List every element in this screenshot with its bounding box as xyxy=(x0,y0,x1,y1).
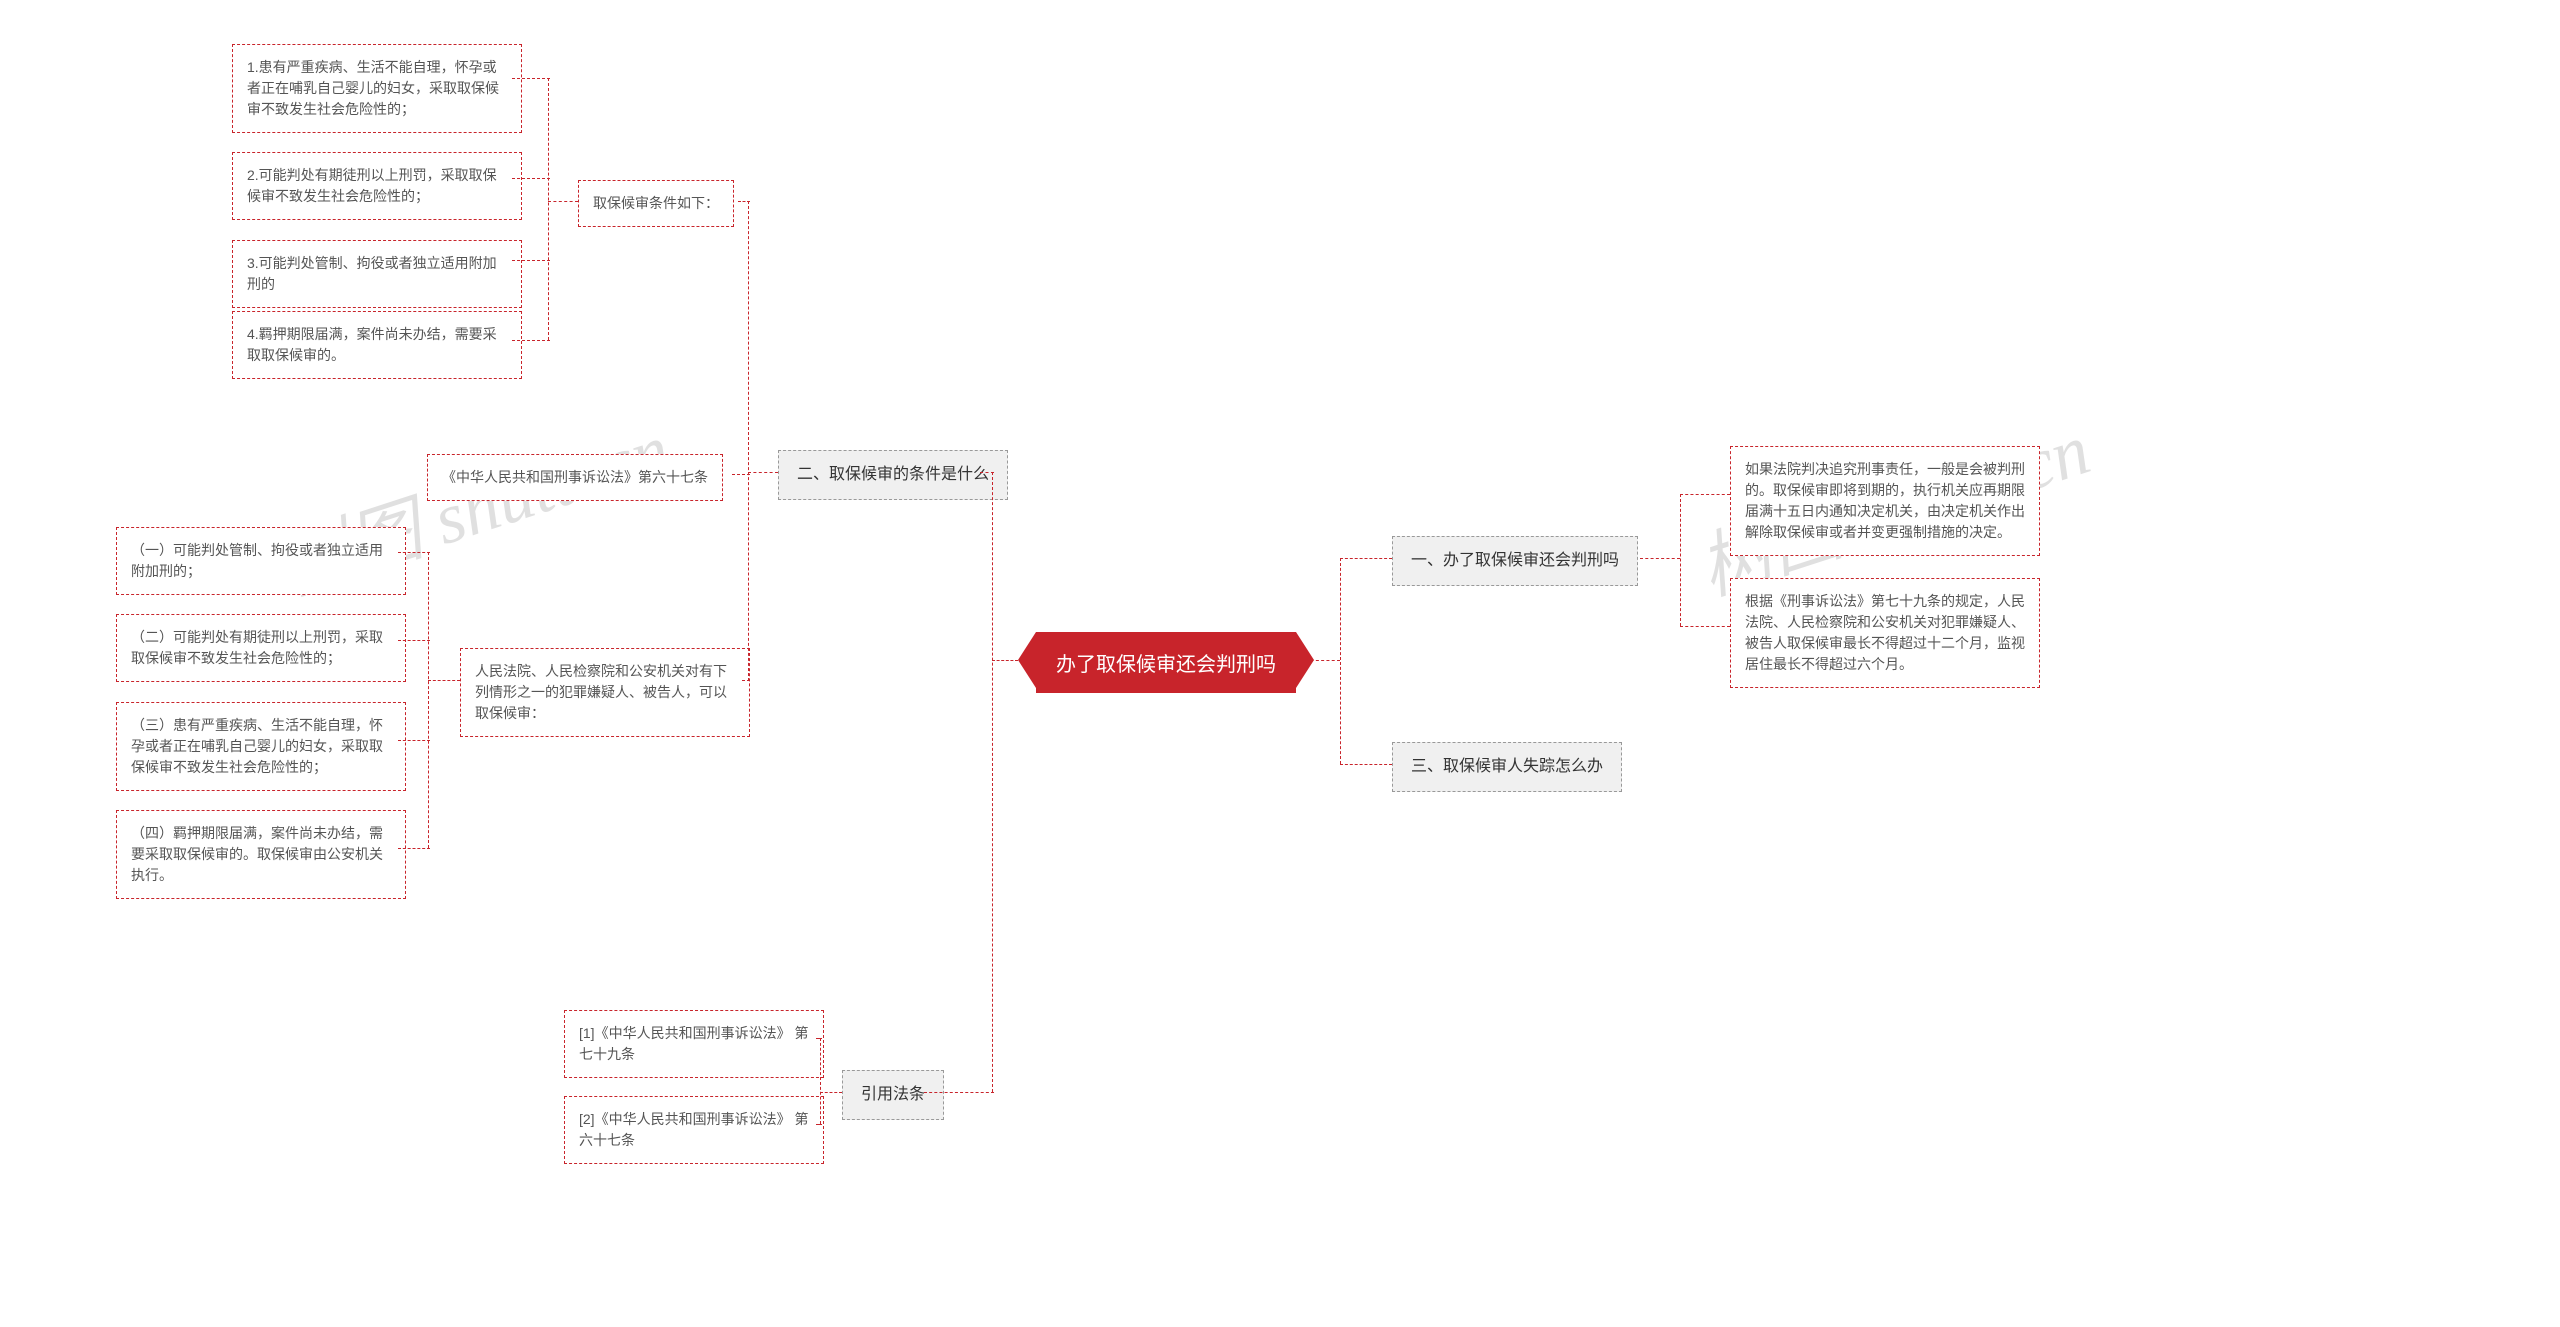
leaf-a-2: 2.可能判处有期徒刑以上刑罚，采取取保候审不致发生社会危险性的； xyxy=(232,152,522,220)
connector xyxy=(992,660,1018,661)
connector xyxy=(816,1124,822,1125)
connector xyxy=(1680,626,1730,627)
connector xyxy=(738,201,750,202)
connector xyxy=(748,201,749,681)
connector xyxy=(1640,558,1680,559)
connector xyxy=(820,1092,842,1093)
leaf-cite-2: [2]《中华人民共和国刑事诉讼法》 第六十七条 xyxy=(564,1096,824,1164)
connector xyxy=(398,552,430,553)
connector xyxy=(398,740,430,741)
mindmap-canvas: 树图 shutu.cn 树图 shutu.cn 办了取保候审还会判刑吗 一、办了… xyxy=(0,0,2560,1327)
sub-conditions-c[interactable]: 人民法院、人民检察院和公安机关对有下列情形之一的犯罪嫌疑人、被告人，可以取保候审… xyxy=(460,648,750,737)
connector xyxy=(1680,494,1730,495)
connector xyxy=(512,260,550,261)
connector xyxy=(1340,558,1392,559)
leaf-c-3: （三）患有严重疾病、生活不能自理，怀孕或者正在哺乳自己婴儿的妇女，采取取保候审不… xyxy=(116,702,406,791)
root-label: 办了取保候审还会判刑吗 xyxy=(1056,654,1276,676)
connector xyxy=(742,680,750,681)
branch-right-2[interactable]: 三、取保候审人失踪怎么办 xyxy=(1392,742,1622,792)
branch-conditions[interactable]: 二、取保候审的条件是什么 xyxy=(778,450,1008,500)
leaf-right-1a: 如果法院判决追究刑事责任，一般是会被判刑的。取保候审即将到期的，执行机关应再期限… xyxy=(1730,446,2040,556)
connector xyxy=(924,1092,994,1093)
connector xyxy=(1680,494,1681,626)
connector xyxy=(512,78,550,79)
leaf-a-3: 3.可能判处管制、拘役或者独立适用附加刑的 xyxy=(232,240,522,308)
branch-label: 一、办了取保候审还会判刑吗 xyxy=(1411,552,1619,569)
branch-label: 二、取保候审的条件是什么 xyxy=(797,466,989,483)
leaf-right-1b: 根据《刑事诉讼法》第七十九条的规定，人民法院、人民检察院和公安机关对犯罪嫌疑人、… xyxy=(1730,578,2040,688)
connector xyxy=(548,78,549,340)
connector xyxy=(820,1038,821,1124)
root-node[interactable]: 办了取保候审还会判刑吗 xyxy=(1036,632,1296,693)
connector xyxy=(748,472,778,473)
sub-conditions-a[interactable]: 取保候审条件如下： xyxy=(578,180,734,227)
connector xyxy=(1340,764,1392,765)
leaf-c-4: （四）羁押期限届满，案件尚未办结，需要采取取保候审的。取保候审由公安机关执行。 xyxy=(116,810,406,899)
connector xyxy=(512,178,550,179)
leaf-a-4: 4.羁押期限届满，案件尚未办结，需要采取取保候审的。 xyxy=(232,311,522,379)
leaf-cite-1: [1]《中华人民共和国刑事诉讼法》 第七十九条 xyxy=(564,1010,824,1078)
connector xyxy=(548,201,578,202)
branch-label: 三、取保候审人失踪怎么办 xyxy=(1411,758,1603,775)
leaf-c-2: （二）可能判处有期徒刑以上刑罚，采取取保候审不致发生社会危险性的； xyxy=(116,614,406,682)
connector xyxy=(816,1038,822,1039)
connector xyxy=(732,474,750,475)
connector xyxy=(428,552,429,848)
connector xyxy=(980,472,994,473)
connector xyxy=(992,472,993,1092)
connector xyxy=(428,680,460,681)
connector xyxy=(398,848,430,849)
leaf-c-1: （一）可能判处管制、拘役或者独立适用附加刑的； xyxy=(116,527,406,595)
connector xyxy=(1340,558,1341,764)
sub-conditions-b: 《中华人民共和国刑事诉讼法》第六十七条 xyxy=(427,454,723,501)
connector xyxy=(1300,660,1340,661)
connector xyxy=(398,640,430,641)
connector xyxy=(512,340,550,341)
branch-right-1[interactable]: 一、办了取保候审还会判刑吗 xyxy=(1392,536,1638,586)
branch-label: 引用法条 xyxy=(861,1086,925,1103)
leaf-a-1: 1.患有严重疾病、生活不能自理，怀孕或者正在哺乳自己婴儿的妇女，采取取保候审不致… xyxy=(232,44,522,133)
branch-cite[interactable]: 引用法条 xyxy=(842,1070,944,1120)
